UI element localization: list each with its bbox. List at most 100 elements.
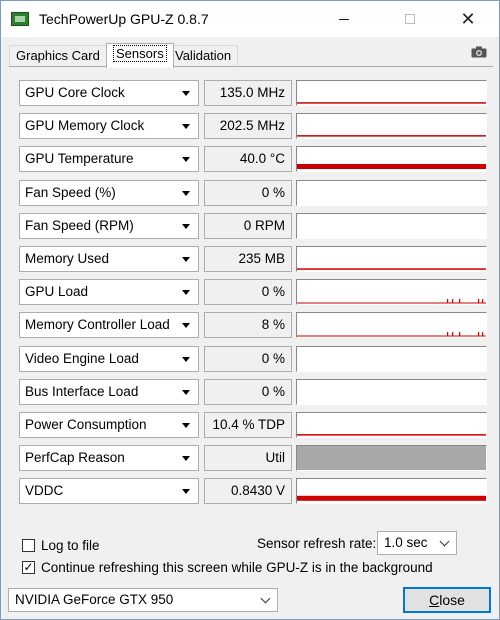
gpu-card-icon xyxy=(11,12,29,26)
chevron-down-icon xyxy=(439,536,450,547)
sensor-graph xyxy=(296,146,487,172)
refresh-rate-select[interactable]: 1.0 sec xyxy=(377,531,457,555)
tab-graphics-card[interactable]: Graphics Card xyxy=(9,45,107,67)
sensor-value: 8 % xyxy=(204,312,292,338)
sensor-graph-spike xyxy=(459,299,461,303)
sensor-row: Bus Interface Load 0 % xyxy=(12,379,488,407)
sensor-graph-spike xyxy=(452,332,454,336)
sensor-name-select[interactable]: GPU Load xyxy=(19,279,199,305)
sensor-name: PerfCap Reason xyxy=(25,450,125,465)
dropdown-arrow-icon xyxy=(182,191,190,196)
sensor-name-select[interactable]: GPU Memory Clock xyxy=(19,113,199,139)
tab-strip: Graphics Card Sensors Validation xyxy=(9,43,493,68)
gpu-select[interactable]: NVIDIA GeForce GTX 950 xyxy=(8,588,278,612)
sensor-name-select[interactable]: Memory Controller Load xyxy=(19,312,199,338)
dropdown-arrow-icon xyxy=(182,157,190,162)
sensor-value: 202.5 MHz xyxy=(204,113,292,139)
close-button[interactable]: Close xyxy=(403,587,491,613)
sensor-name-select[interactable]: PerfCap Reason xyxy=(19,445,199,471)
sensor-graph xyxy=(296,346,487,372)
sensor-graph-line xyxy=(297,102,486,104)
maximize-button[interactable] xyxy=(387,1,433,37)
window-title: TechPowerUp GPU-Z 0.8.7 xyxy=(39,11,209,27)
sensor-graph xyxy=(296,113,487,139)
dropdown-arrow-icon xyxy=(182,323,190,328)
sensor-row: GPU Memory Clock 202.5 MHz xyxy=(12,113,488,141)
sensor-name-select[interactable]: VDDC xyxy=(19,478,199,504)
close-window-button[interactable]: ✕ xyxy=(445,1,491,37)
gpuz-window: TechPowerUp GPU-Z 0.8.7 ✕ Graphics Card … xyxy=(0,0,500,620)
sensor-graph xyxy=(296,80,487,106)
log-to-file-label: Log to file xyxy=(41,538,100,553)
minimize-icon xyxy=(339,18,349,20)
sensor-name-select[interactable]: Bus Interface Load xyxy=(19,379,199,405)
sensor-name-select[interactable]: Video Engine Load xyxy=(19,346,199,372)
sensor-row: Memory Used 235 MB xyxy=(12,246,488,274)
sensor-graph-line xyxy=(297,135,486,137)
dropdown-arrow-icon xyxy=(182,390,190,395)
sensor-name: Power Consumption xyxy=(25,417,147,432)
continue-refreshing-label: Continue refreshing this screen while GP… xyxy=(41,560,433,575)
sensor-graph-plot xyxy=(297,299,486,304)
sensor-value: 0 % xyxy=(204,279,292,305)
tab-validation[interactable]: Validation xyxy=(168,45,239,67)
sensor-value: 0 % xyxy=(204,180,292,206)
dropdown-arrow-icon xyxy=(182,357,190,362)
dropdown-arrow-icon xyxy=(182,456,190,461)
dropdown-arrow-icon xyxy=(182,489,190,494)
sensor-row: Fan Speed (%) 0 % xyxy=(12,180,488,208)
sensor-name: Memory Controller Load xyxy=(25,317,170,332)
sensor-graph-plot xyxy=(297,181,486,205)
sensor-row: GPU Load 0 % xyxy=(12,279,488,307)
sensor-graph-plot xyxy=(297,446,486,470)
sensor-name: Fan Speed (%) xyxy=(25,185,116,200)
sensor-name-select[interactable]: Power Consumption xyxy=(19,412,199,438)
sensor-graph-line xyxy=(297,164,486,169)
sensor-name-select[interactable]: Memory Used xyxy=(19,246,199,272)
sensor-value: 0 RPM xyxy=(204,213,292,239)
dropdown-arrow-icon xyxy=(182,124,190,129)
sensor-graph xyxy=(296,180,487,206)
sensor-row: Memory Controller Load 8 % xyxy=(12,312,488,340)
sensor-graph xyxy=(296,379,487,405)
sensor-graph-plot xyxy=(297,214,486,238)
minimize-button[interactable] xyxy=(321,1,367,37)
sensor-name: GPU Core Clock xyxy=(25,85,125,100)
tab-label: Validation xyxy=(175,48,232,63)
sensor-name: Memory Used xyxy=(25,251,110,266)
sensor-name: Bus Interface Load xyxy=(25,384,139,399)
sensor-name-select[interactable]: GPU Core Clock xyxy=(19,80,199,106)
tab-sensors[interactable]: Sensors xyxy=(106,43,174,68)
sensor-graph-plot xyxy=(297,380,486,404)
sensor-graph xyxy=(296,213,487,239)
sensor-graph xyxy=(296,412,487,438)
sensor-graph-plot xyxy=(297,102,486,104)
tab-label: Graphics Card xyxy=(16,48,100,63)
sensor-name: Fan Speed (RPM) xyxy=(25,218,134,233)
camera-icon[interactable] xyxy=(471,46,487,58)
sensor-graph-line xyxy=(297,268,486,270)
sensor-graph xyxy=(296,445,487,471)
sensor-graph xyxy=(296,478,487,504)
sensor-graph-plot xyxy=(297,332,486,337)
dropdown-arrow-icon xyxy=(182,423,190,428)
sensor-graph-baseline xyxy=(297,302,486,304)
sensor-name: GPU Memory Clock xyxy=(25,118,145,133)
sensor-name-select[interactable]: GPU Temperature xyxy=(19,146,199,172)
sensor-graph-plot xyxy=(297,495,486,501)
sensor-row: GPU Temperature 40.0 °C xyxy=(12,146,488,174)
sensor-row: GPU Core Clock 135.0 MHz xyxy=(12,80,488,108)
log-to-file-checkbox[interactable] xyxy=(22,539,35,552)
tab-label: Sensors xyxy=(113,45,167,62)
continue-refreshing-checkbox[interactable]: ✓ xyxy=(22,561,35,574)
sensor-name-select[interactable]: Fan Speed (%) xyxy=(19,180,199,206)
close-button-label: lose xyxy=(439,592,465,608)
sensor-graph-spike xyxy=(482,299,484,303)
sensor-row: Power Consumption 10.4 % TDP xyxy=(12,412,488,440)
sensor-graph-spike xyxy=(452,299,454,303)
sensor-graph-spike xyxy=(459,332,461,336)
sensor-name-select[interactable]: Fan Speed (RPM) xyxy=(19,213,199,239)
close-button-accelerator: C xyxy=(429,592,440,608)
sensor-graph-plot xyxy=(297,164,486,169)
dropdown-arrow-icon xyxy=(182,290,190,295)
